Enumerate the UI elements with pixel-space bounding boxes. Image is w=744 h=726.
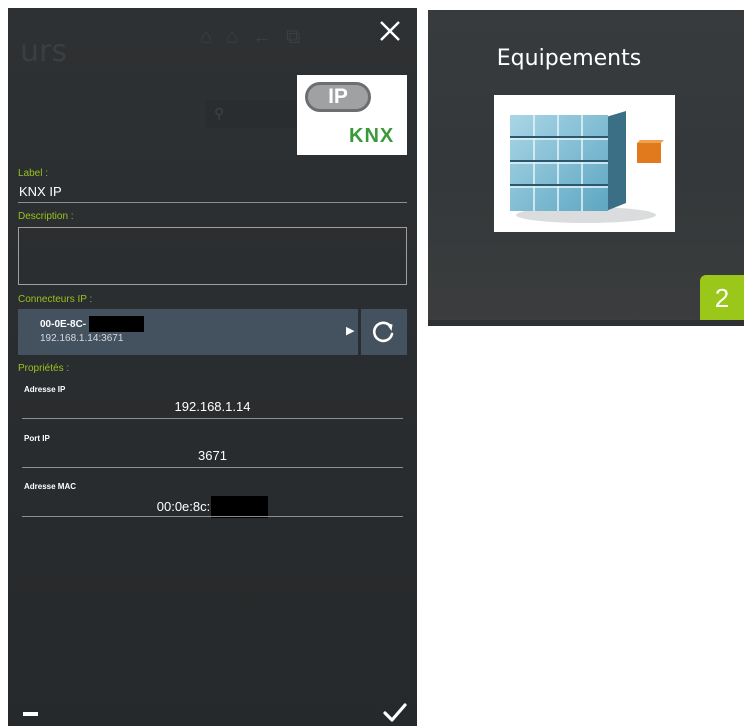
- ip-address-underline: [22, 418, 403, 419]
- tile-title: Equipements: [496, 46, 642, 71]
- knx-logo-text: KNX: [349, 125, 395, 147]
- ip-connectors-caption: Connecteurs IP :: [18, 294, 93, 305]
- mac-address-field[interactable]: 00:0e:8c:: [24, 496, 401, 518]
- refresh-icon: [372, 321, 394, 343]
- description-caption: Description :: [18, 211, 74, 222]
- ip-connector-select[interactable]: 00-0E-8C- 192.168.1.14:3671 ▶: [18, 309, 358, 355]
- background-page-title: urs: [20, 34, 67, 69]
- ip-port-field[interactable]: 3671: [24, 448, 401, 463]
- ip-logo-badge: IP: [305, 82, 371, 112]
- ip-port-underline: [22, 467, 403, 468]
- search-icon: ⚲: [214, 105, 225, 121]
- tile-count-badge: 2: [700, 275, 744, 321]
- tile-bottom-strip: [428, 320, 744, 326]
- label-caption: Label :: [18, 168, 49, 179]
- ip-port-label: Port IP: [24, 434, 50, 443]
- cube-grid-icon: [510, 111, 664, 223]
- ip-address-field[interactable]: 192.168.1.14: [24, 399, 401, 414]
- delete-button[interactable]: [23, 712, 38, 716]
- label-field[interactable]: KNX IP: [19, 184, 62, 199]
- properties-caption: Propriétés :: [18, 363, 70, 374]
- redacted-block: [211, 496, 269, 518]
- background-toolbar-icons: ⌂⌂←⧉: [200, 26, 315, 48]
- close-button[interactable]: [375, 16, 405, 46]
- equipements-tile[interactable]: Equipements 2: [428, 10, 744, 326]
- device-edit-panel: urs ⌂⌂←⧉ ⚲ IP KNX Label : KNX IP Descrip…: [8, 8, 417, 726]
- connector-address: 192.168.1.14:3671: [40, 333, 124, 344]
- ip-address-label: Adresse IP: [24, 385, 66, 394]
- device-logo: IP KNX: [297, 75, 407, 155]
- refresh-button[interactable]: [361, 309, 407, 355]
- label-underline: [18, 202, 407, 203]
- equipment-cubes-image: [494, 95, 675, 232]
- close-icon: [380, 21, 400, 41]
- mac-address-value: 00:0e:8c:: [156, 499, 211, 515]
- play-arrow-icon: ▶: [346, 325, 355, 337]
- check-icon: [383, 703, 407, 722]
- description-textarea[interactable]: [18, 227, 407, 285]
- mac-address-underline: [22, 516, 403, 517]
- confirm-button[interactable]: [383, 702, 407, 724]
- connector-name: 00-0E-8C-: [40, 319, 87, 330]
- mac-address-label: Adresse MAC: [24, 482, 77, 491]
- redacted-block: [89, 316, 144, 332]
